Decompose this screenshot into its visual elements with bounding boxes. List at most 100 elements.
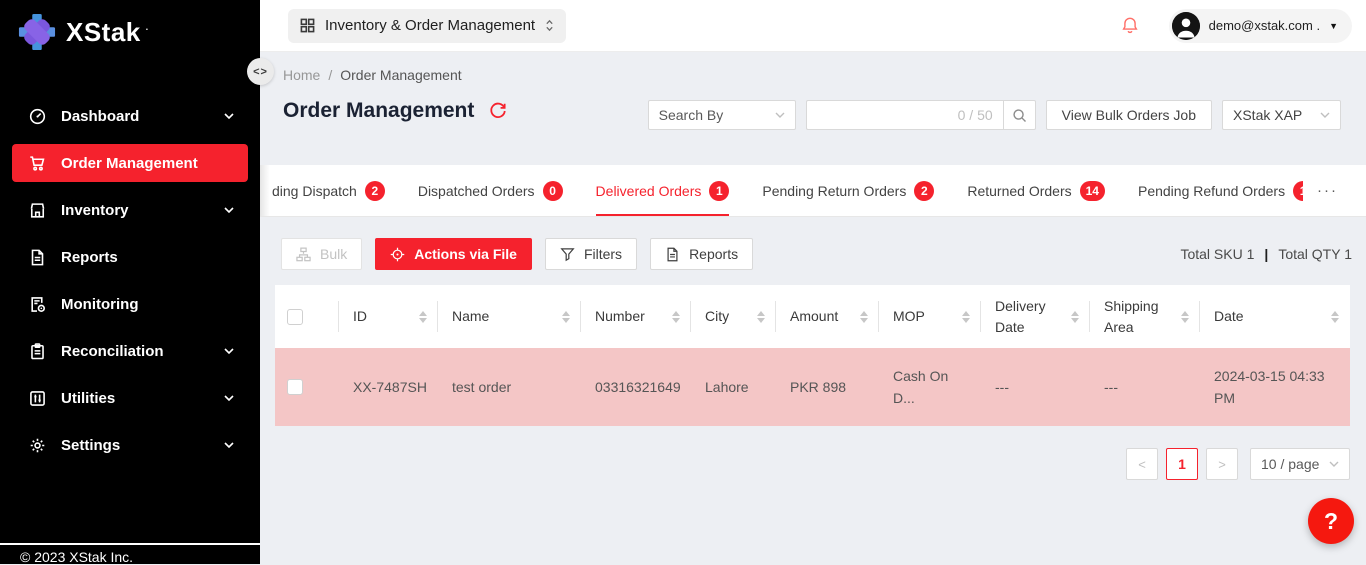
sidebar-item-reports[interactable]: Reports [12, 238, 248, 276]
app-switcher-label: Inventory & Order Management [325, 17, 535, 34]
row-checkbox[interactable] [287, 379, 303, 395]
cell-order-id: XX-7487SH [339, 348, 438, 426]
column-header-amount[interactable]: Amount [776, 285, 879, 348]
monitoring-icon [29, 296, 46, 313]
reports-button[interactable]: Reports [650, 238, 753, 270]
chevron-down-icon [224, 348, 234, 355]
sort-icon[interactable] [419, 311, 427, 323]
sort-icon[interactable] [860, 311, 868, 323]
page-size-select[interactable]: 10 / page [1250, 448, 1350, 480]
tab-count-badge: 1 [709, 181, 729, 201]
column-header-id[interactable]: ID [339, 285, 438, 348]
tab-pending-return-orders[interactable]: Pending Return Orders 2 [762, 165, 934, 216]
sliders-icon [29, 390, 46, 407]
refresh-icon[interactable] [489, 102, 507, 120]
main-content: < > Home / Order Management Order Managem… [260, 52, 1366, 564]
table-row[interactable]: XX-7487SH test order 03316321649 Lahore … [275, 348, 1350, 426]
notification-bell-icon[interactable] [1121, 16, 1139, 35]
column-header-shipping-area[interactable]: Shipping Area [1090, 285, 1200, 348]
breadcrumb-separator: / [328, 67, 332, 83]
report-document-icon [665, 247, 680, 262]
sidebar-collapse-toggle[interactable]: <> [247, 58, 274, 85]
brand-logo[interactable]: XStak · [0, 0, 260, 51]
column-header-name[interactable]: Name [438, 285, 581, 348]
sidebar-item-label: Settings [61, 437, 120, 454]
search-box: 0 / 50 [806, 100, 1003, 130]
actions-via-file-button[interactable]: Actions via File [375, 238, 532, 270]
sort-icon[interactable] [757, 311, 765, 323]
sort-icon[interactable] [962, 311, 970, 323]
pagination: < 1 > 10 / page [1126, 448, 1350, 480]
orders-table: ID Name Number City Amount MOP [275, 285, 1350, 426]
pagination-prev-button[interactable]: < [1126, 448, 1158, 480]
cell-name: test order [438, 348, 581, 426]
sidebar-item-dashboard[interactable]: Dashboard [12, 97, 248, 135]
topbar-right: demo@xstak.com . ▼ [1121, 9, 1352, 43]
sidebar-item-inventory[interactable]: Inventory [12, 191, 248, 229]
avatar [1172, 12, 1200, 40]
breadcrumb-current: Order Management [340, 67, 461, 83]
sort-icon[interactable] [1331, 311, 1339, 323]
select-all-checkbox[interactable] [287, 309, 303, 325]
sort-icon[interactable] [1181, 311, 1189, 323]
filters-button[interactable]: Filters [545, 238, 637, 270]
total-sku: Total SKU 1 [1180, 246, 1254, 262]
breadcrumb-home[interactable]: Home [283, 67, 320, 83]
sort-icon[interactable] [1071, 311, 1079, 323]
sidebar-menu: Dashboard Order Management Inventory Rep… [0, 97, 260, 464]
chevron-down-icon [1329, 461, 1339, 468]
search-by-select[interactable]: Search By [648, 100, 796, 130]
chevron-down-icon [1320, 112, 1330, 119]
xap-select-value: XStak XAP [1233, 107, 1302, 123]
user-email: demo@xstak.com . [1209, 18, 1320, 33]
column-header-city[interactable]: City [691, 285, 776, 348]
sort-icon[interactable] [672, 311, 680, 323]
totals-divider: | [1264, 246, 1268, 262]
cell-amount: PKR 898 [776, 348, 879, 426]
tab-returned-orders[interactable]: Returned Orders 14 [967, 165, 1105, 216]
table-header-row: ID Name Number City Amount MOP [275, 285, 1350, 348]
tab-dispatched-orders[interactable]: Dispatched Orders 0 [418, 165, 563, 216]
chevron-down-icon [224, 395, 234, 402]
xap-select[interactable]: XStak XAP [1222, 100, 1341, 130]
more-tabs-button[interactable]: ··· [1303, 165, 1366, 215]
pagination-next-button[interactable]: > [1206, 448, 1238, 480]
cell-mop: Cash On D... [879, 348, 981, 426]
row-checkbox-cell [275, 348, 339, 426]
column-header-number[interactable]: Number [581, 285, 691, 348]
sidebar-item-reconciliation[interactable]: Reconciliation [12, 332, 248, 370]
totals-summary: Total SKU 1 | Total QTY 1 [1180, 246, 1352, 262]
sidebar-item-monitoring[interactable]: Monitoring [12, 285, 248, 323]
search-input[interactable] [817, 106, 952, 124]
column-header-delivery-date[interactable]: Delivery Date [981, 285, 1090, 348]
bulk-button[interactable]: Bulk [281, 238, 362, 270]
sidebar-item-order-management[interactable]: Order Management [12, 144, 248, 182]
filter-funnel-icon [560, 247, 575, 262]
view-bulk-orders-job-button[interactable]: View Bulk Orders Job [1046, 100, 1212, 130]
report-document-icon [29, 249, 46, 266]
column-header-mop[interactable]: MOP [879, 285, 981, 348]
xstak-logo-icon [18, 13, 56, 51]
column-header-date[interactable]: Date [1200, 285, 1350, 348]
app-switcher-button[interactable]: Inventory & Order Management [288, 9, 566, 43]
user-menu[interactable]: demo@xstak.com . ▼ [1169, 9, 1352, 43]
copyright-footer: © 2023 XStak Inc. [0, 543, 260, 564]
chevron-down-icon [224, 442, 234, 449]
tab-pending-refund-orders[interactable]: Pending Refund Orders 1 [1138, 165, 1313, 216]
chevron-down-icon [775, 112, 785, 119]
tab-pending-dispatch[interactable]: ding Dispatch 2 [272, 165, 385, 216]
gear-icon [29, 437, 46, 454]
sort-icon[interactable] [562, 311, 570, 323]
sidebar-item-settings[interactable]: Settings [12, 426, 248, 464]
page-title-row: Order Management [283, 99, 507, 123]
pagination-page-1[interactable]: 1 [1166, 448, 1198, 480]
search-button[interactable] [1003, 100, 1036, 130]
sidebar-item-label: Reconciliation [61, 343, 164, 360]
brand-trademark-dot: · [145, 21, 149, 36]
tab-count-badge: 2 [365, 181, 385, 201]
help-button[interactable]: ? [1308, 498, 1354, 544]
sidebar-item-utilities[interactable]: Utilities [12, 379, 248, 417]
search-group: 0 / 50 [806, 100, 1036, 130]
tab-delivered-orders[interactable]: Delivered Orders 1 [596, 165, 730, 216]
select-updown-icon [545, 19, 554, 32]
